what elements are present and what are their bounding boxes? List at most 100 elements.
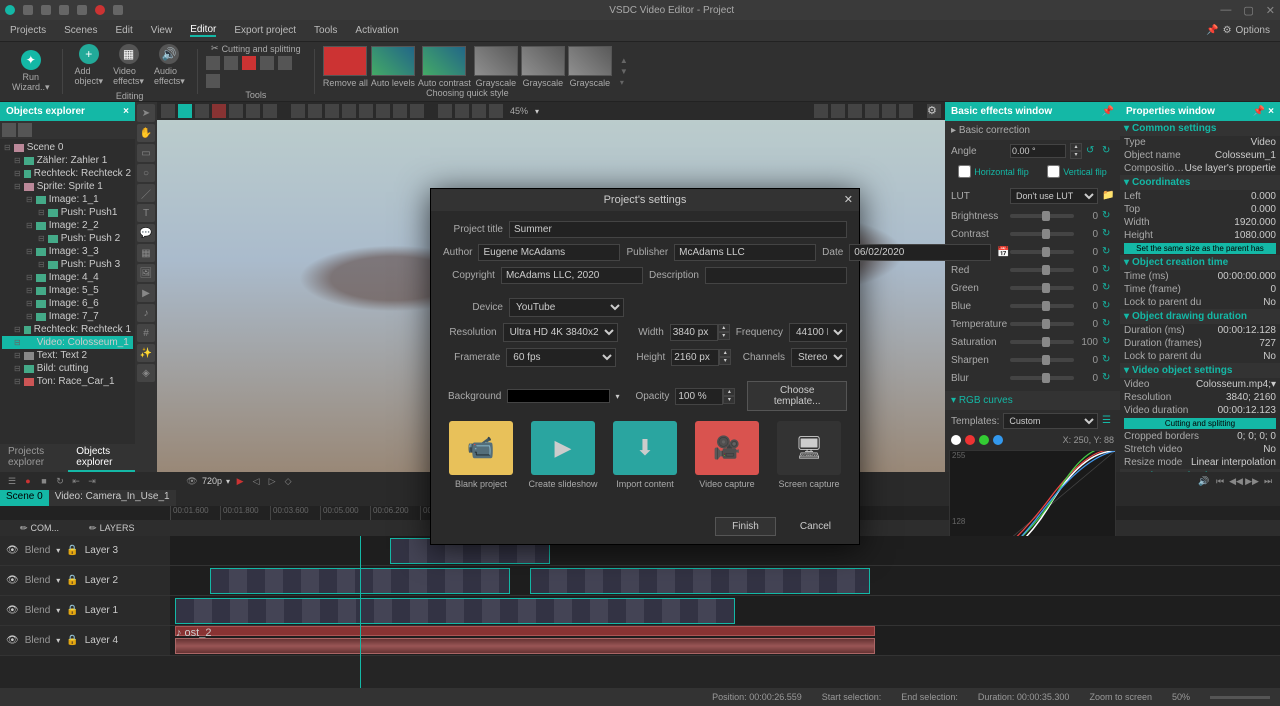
text-tool[interactable]: T bbox=[137, 204, 155, 222]
sec-bg[interactable]: Background color bbox=[1132, 471, 1218, 472]
menu-view[interactable]: View bbox=[151, 25, 173, 36]
tp-loop[interactable]: ↻ bbox=[54, 475, 66, 487]
curve-white[interactable] bbox=[951, 435, 961, 445]
prop-value[interactable]: Use layer's propertie bbox=[1185, 163, 1276, 174]
curve-red[interactable] bbox=[965, 435, 975, 445]
zoom-display[interactable]: 45% bbox=[510, 106, 528, 116]
maximize-icon[interactable]: ▢ bbox=[1243, 4, 1253, 17]
more-icon[interactable] bbox=[113, 5, 123, 15]
track-header[interactable]: 👁Blend▾🔒Layer 4 bbox=[0, 626, 170, 655]
reset-icon[interactable]: ↻ bbox=[1102, 318, 1114, 330]
ct-8[interactable] bbox=[291, 104, 305, 118]
timeline-scene[interactable]: Scene 0 bbox=[0, 490, 49, 506]
brightness-slider[interactable] bbox=[1010, 214, 1074, 218]
height-up[interactable]: ▴ bbox=[719, 349, 731, 357]
reset-icon[interactable]: ↻ bbox=[1102, 354, 1114, 366]
line-tool[interactable]: ／ bbox=[137, 184, 155, 202]
frequency-select[interactable]: 44100 Hz bbox=[789, 323, 847, 342]
finish-button[interactable]: Finish bbox=[715, 517, 776, 536]
cancel-button[interactable]: Cancel bbox=[784, 517, 847, 536]
cutting-label[interactable]: Cutting and splitting bbox=[222, 44, 301, 54]
ct-a6[interactable] bbox=[899, 104, 913, 118]
ct-11[interactable] bbox=[342, 104, 356, 118]
bg-dropdown[interactable]: ▾ bbox=[616, 392, 620, 401]
prop-value[interactable]: Linear interpolation bbox=[1191, 457, 1276, 468]
rgb-curves-label[interactable]: RGB curves bbox=[959, 395, 1013, 406]
reset-icon[interactable]: ↻ bbox=[1102, 300, 1114, 312]
blue-slider[interactable] bbox=[1010, 304, 1074, 308]
ct-redo[interactable] bbox=[263, 104, 277, 118]
project-title-input[interactable] bbox=[509, 221, 847, 238]
sec-dur[interactable]: Object drawing duration bbox=[1132, 311, 1247, 322]
track-header[interactable]: 👁Blend▾🔒Layer 3 bbox=[0, 536, 170, 565]
lut-folder-icon[interactable]: 📁 bbox=[1102, 190, 1114, 202]
menu-scenes[interactable]: Scenes bbox=[64, 25, 97, 36]
tp-last[interactable]: ⏭ bbox=[1262, 475, 1274, 487]
audio-effects-button[interactable]: 🔊Audio effects▾ bbox=[150, 42, 189, 89]
eye-icon[interactable]: 👁 bbox=[6, 635, 19, 646]
tp-vol[interactable]: 🔊 bbox=[1198, 475, 1210, 487]
open-icon[interactable] bbox=[41, 5, 51, 15]
ct-a2[interactable] bbox=[831, 104, 845, 118]
pointer-tool[interactable]: ➤ bbox=[137, 104, 155, 122]
reset-icon[interactable]: ↻ bbox=[1102, 210, 1114, 222]
hflip-checkbox[interactable]: Horizontal flip bbox=[958, 165, 1029, 178]
props-pin-icon[interactable]: 📌 × bbox=[1253, 106, 1274, 117]
tp-frame-f[interactable]: ▷ bbox=[266, 475, 278, 487]
menu-tools[interactable]: Tools bbox=[314, 25, 337, 36]
run-wizard-button[interactable]: ✦ Run Wizard..▾ bbox=[8, 48, 54, 95]
tp-out[interactable]: ⇥ bbox=[86, 475, 98, 487]
red-slider[interactable] bbox=[1010, 268, 1074, 272]
tab-objects-explorer[interactable]: Objects explorer bbox=[68, 444, 135, 472]
mode-com[interactable]: ✏COM... bbox=[20, 523, 59, 534]
sec-vid[interactable]: Video object settings bbox=[1132, 365, 1232, 376]
undo-icon[interactable] bbox=[77, 5, 87, 15]
tree-item[interactable]: ⊟Ton: Race_Car_1 bbox=[2, 375, 133, 388]
zoom-slider[interactable] bbox=[1210, 696, 1270, 699]
tree-item[interactable]: ⊟Image: 1_1 bbox=[2, 193, 133, 206]
minimize-icon[interactable]: — bbox=[1220, 4, 1231, 17]
reset-icon[interactable]: ↻ bbox=[1102, 372, 1114, 384]
tp-next[interactable]: ▶▶ bbox=[1246, 475, 1258, 487]
prop-value[interactable]: Colosseum_1 bbox=[1215, 150, 1276, 161]
tp-first[interactable]: ⏮ bbox=[1214, 475, 1226, 487]
green-slider[interactable] bbox=[1010, 286, 1074, 290]
tp-frame-b[interactable]: ◁ bbox=[250, 475, 262, 487]
curve-green[interactable] bbox=[979, 435, 989, 445]
tp-stop[interactable]: ■ bbox=[38, 475, 50, 487]
prop-value[interactable]: 1080.000 bbox=[1234, 230, 1276, 241]
prop-value[interactable]: Colosseum.mp4;▾ bbox=[1196, 379, 1276, 390]
tree-item[interactable]: ⊟Video: Colosseum_1 bbox=[2, 336, 133, 349]
prop-value[interactable]: Video bbox=[1251, 137, 1276, 148]
timeline-source[interactable]: Video: Camera_In_Use_1 bbox=[49, 490, 176, 506]
template-video-capture[interactable]: 🎥Video capture bbox=[689, 421, 765, 489]
sec-common[interactable]: Common settings bbox=[1132, 123, 1216, 134]
reset-icon[interactable]: ↻ bbox=[1102, 336, 1114, 348]
menu-export[interactable]: Export project bbox=[234, 25, 296, 36]
eye-icon[interactable]: 👁 bbox=[6, 545, 19, 556]
tree-item[interactable]: ⊟Push: Push 2 bbox=[2, 232, 133, 245]
reset-icon[interactable]: ↻ bbox=[1102, 228, 1114, 240]
ct-cut[interactable] bbox=[178, 104, 192, 118]
prop-value[interactable]: No bbox=[1263, 444, 1276, 455]
prop-value[interactable]: 0; 0; 0; 0 bbox=[1237, 431, 1276, 442]
tool-2[interactable] bbox=[224, 56, 238, 70]
ct-16[interactable] bbox=[438, 104, 452, 118]
ct-5[interactable] bbox=[229, 104, 243, 118]
tool-3[interactable] bbox=[242, 56, 256, 70]
eye-icon[interactable]: 👁 bbox=[6, 605, 19, 616]
ct-del[interactable] bbox=[212, 104, 226, 118]
style-thumb-1[interactable] bbox=[371, 46, 415, 76]
style-down[interactable]: ▼ bbox=[620, 67, 628, 76]
mode-layers[interactable]: ✏LAYERS bbox=[89, 523, 134, 534]
style-thumb-3[interactable] bbox=[474, 46, 518, 76]
reset-icon[interactable]: ↻ bbox=[1102, 246, 1114, 258]
angle-up[interactable]: ▴ bbox=[1070, 143, 1082, 151]
prop-value[interactable]: 00:00:12.123 bbox=[1218, 405, 1276, 416]
prop-value[interactable]: 00:00:12.128 bbox=[1218, 325, 1276, 336]
blur-slider[interactable] bbox=[1010, 376, 1074, 380]
panel-close-icon[interactable]: × bbox=[123, 106, 129, 117]
zoom-dropdown-icon[interactable]: ▾ bbox=[535, 107, 539, 116]
ct-a1[interactable] bbox=[814, 104, 828, 118]
height-down[interactable]: ▾ bbox=[719, 357, 731, 365]
